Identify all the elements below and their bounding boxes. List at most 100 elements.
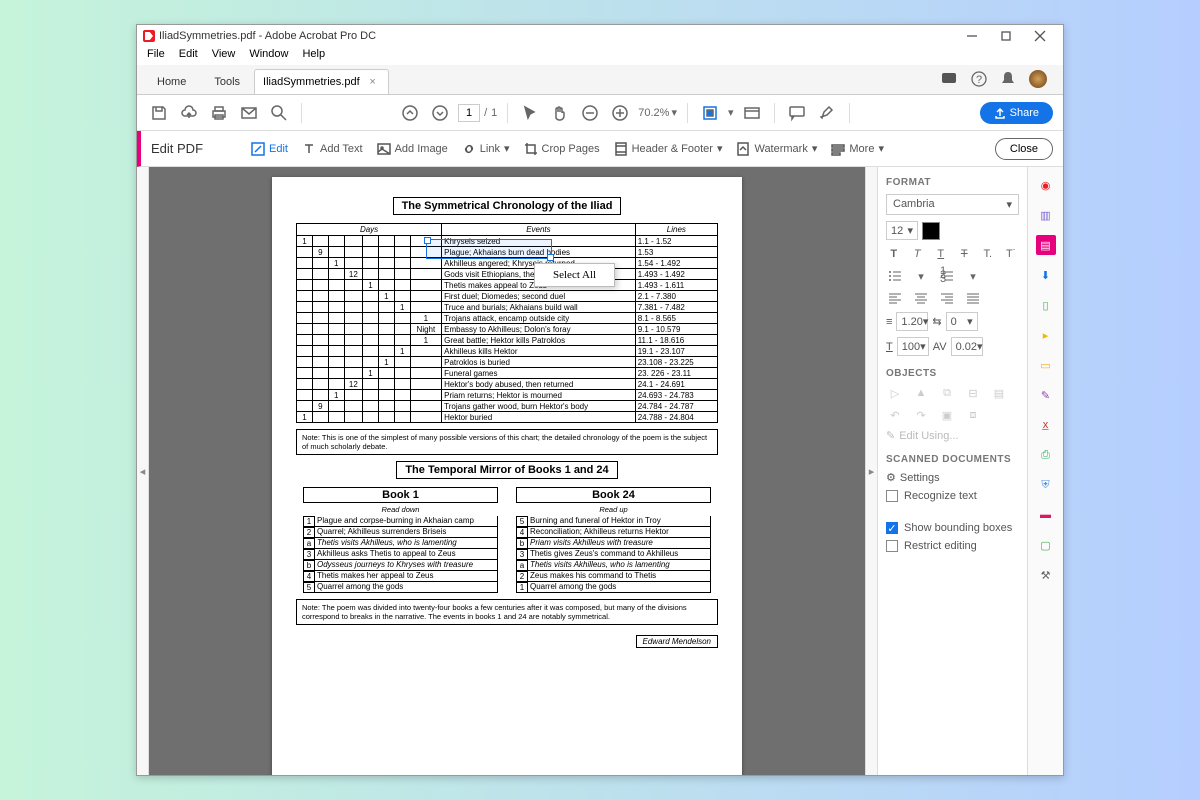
- print-icon[interactable]: [207, 101, 231, 125]
- crop-button[interactable]: Crop Pages: [518, 138, 606, 160]
- subscript-icon[interactable]: T.: [980, 246, 996, 262]
- book1-column[interactable]: Book 1Read down1Plague and corpse-burnin…: [303, 487, 498, 593]
- more-button[interactable]: More ▾: [825, 138, 890, 160]
- minimize-button[interactable]: [955, 26, 989, 46]
- page-down-icon[interactable]: [428, 101, 452, 125]
- pointer-icon[interactable]: [518, 101, 542, 125]
- right-collapse[interactable]: ▸: [865, 167, 877, 775]
- chronology-table[interactable]: DaysEventsLines1Khryseis seized1.1 - 1.5…: [296, 223, 718, 423]
- tab-home[interactable]: Home: [143, 70, 200, 94]
- underline-icon[interactable]: T: [933, 246, 949, 262]
- format-panel: FORMAT Cambria▾ 12▾ T T T T T. T˙ ▾ 123▾: [877, 167, 1027, 775]
- note-2[interactable]: Note: The poem was divided into twenty-f…: [296, 599, 718, 625]
- rail-protect-icon[interactable]: ⛨: [1036, 475, 1056, 495]
- zoom-in-icon[interactable]: [608, 101, 632, 125]
- read-mode-icon[interactable]: [740, 101, 764, 125]
- align-left-icon[interactable]: [886, 290, 904, 306]
- pdf-page[interactable]: The Symmetrical Chronology of the Iliad …: [272, 177, 742, 775]
- page-up-icon[interactable]: [398, 101, 422, 125]
- rail-redact-icon[interactable]: ▬: [1036, 505, 1056, 525]
- indent-input[interactable]: 0▾: [946, 312, 978, 331]
- highlight-icon[interactable]: [815, 101, 839, 125]
- recognize-text-check[interactable]: Recognize text: [886, 490, 1019, 502]
- rail-comment-icon[interactable]: ▭: [1036, 355, 1056, 375]
- header-footer-button[interactable]: Header & Footer ▾: [608, 138, 729, 160]
- close-button[interactable]: [1023, 26, 1057, 46]
- doc-title[interactable]: The Symmetrical Chronology of the Iliad: [393, 197, 622, 215]
- menu-view[interactable]: View: [206, 47, 242, 65]
- save-icon[interactable]: [147, 101, 171, 125]
- comment-icon[interactable]: [785, 101, 809, 125]
- superscript-icon[interactable]: T˙: [1004, 246, 1020, 262]
- number-list-icon[interactable]: 123: [938, 268, 956, 284]
- rail-send-icon[interactable]: ▸: [1036, 325, 1056, 345]
- search-icon[interactable]: [267, 101, 291, 125]
- menu-help[interactable]: Help: [296, 47, 331, 65]
- zoom-out-icon[interactable]: [578, 101, 602, 125]
- bell-icon[interactable]: [1001, 71, 1015, 87]
- tab-close-icon[interactable]: ×: [366, 75, 380, 89]
- book24-column[interactable]: Book 24Read up5Burning and funeral of He…: [516, 487, 711, 593]
- menu-edit[interactable]: Edit: [173, 47, 204, 65]
- rail-fill-icon[interactable]: ✎: [1036, 385, 1056, 405]
- strike-icon[interactable]: T: [957, 246, 973, 262]
- menu-window[interactable]: Window: [243, 47, 294, 65]
- close-editbar-button[interactable]: Close: [995, 138, 1053, 160]
- page-input[interactable]: [458, 104, 480, 122]
- share-button[interactable]: Share: [980, 102, 1053, 124]
- avatar[interactable]: [1029, 70, 1047, 88]
- settings-row[interactable]: ⚙Settings: [886, 471, 1019, 484]
- font-select[interactable]: Cambria▾: [886, 194, 1019, 215]
- watermark-button[interactable]: Watermark ▾: [730, 138, 823, 160]
- left-collapse[interactable]: ◂: [137, 167, 149, 775]
- add-text-button[interactable]: Add Text: [296, 138, 369, 160]
- zoom-select[interactable]: 70.2% ▾: [638, 106, 677, 119]
- rail-optimize-icon[interactable]: ▢: [1036, 535, 1056, 555]
- rail-create-icon[interactable]: ◉: [1036, 175, 1056, 195]
- rail-export-icon[interactable]: ⬇: [1036, 265, 1056, 285]
- tracking-input[interactable]: 0.02▾: [951, 337, 983, 356]
- rail-edit-icon[interactable]: ▤: [1036, 235, 1056, 255]
- align-center-icon[interactable]: [912, 290, 930, 306]
- scale-icon: T: [886, 341, 893, 353]
- mirror-title[interactable]: The Temporal Mirror of Books 1 and 24: [396, 461, 617, 479]
- align-right-icon[interactable]: [938, 290, 956, 306]
- mail-icon[interactable]: [237, 101, 261, 125]
- tabbar-actions: ?: [941, 70, 1057, 94]
- fit-icon[interactable]: [698, 101, 722, 125]
- tab-document[interactable]: IliadSymmetries.pdf ×: [254, 69, 389, 94]
- scale-input[interactable]: 100▾: [897, 337, 929, 356]
- rail-sign-icon[interactable]: x̲: [1036, 415, 1056, 435]
- add-image-button[interactable]: Add Image: [371, 138, 454, 160]
- text-style-row: T T T T T. T˙: [886, 246, 1019, 262]
- rail-print-icon[interactable]: ⎙: [1036, 445, 1056, 465]
- edit-button[interactable]: Edit: [245, 138, 294, 160]
- menu-file[interactable]: File: [141, 47, 171, 65]
- line-height-input[interactable]: 1.20▾: [896, 312, 928, 331]
- help-icon[interactable]: ?: [971, 71, 987, 87]
- link-button[interactable]: Link ▾: [456, 138, 516, 160]
- color-swatch[interactable]: [922, 222, 940, 240]
- note-1[interactable]: Note: This is one of the simplest of man…: [296, 429, 718, 455]
- rail-organize-icon[interactable]: ▯: [1036, 295, 1056, 315]
- rotate-ccw-icon: ↶: [886, 407, 904, 423]
- tab-tools[interactable]: Tools: [200, 70, 254, 94]
- restrict-edit-check[interactable]: Restrict editing: [886, 540, 1019, 552]
- ctx-select-all[interactable]: Select All: [535, 266, 614, 284]
- bullet-list-icon[interactable]: [886, 268, 904, 284]
- rail-more-icon[interactable]: ⚒: [1036, 565, 1056, 585]
- rail-combine-icon[interactable]: ▥: [1036, 205, 1056, 225]
- bold-icon[interactable]: T: [886, 246, 902, 262]
- cloud-icon[interactable]: [177, 101, 201, 125]
- tracking-icon: AV: [933, 341, 947, 353]
- hand-icon[interactable]: [548, 101, 572, 125]
- show-bounding-check[interactable]: ✓Show bounding boxes: [886, 522, 1019, 534]
- align-justify-icon[interactable]: [964, 290, 982, 306]
- format-header: FORMAT: [886, 177, 1019, 188]
- italic-icon[interactable]: T: [910, 246, 926, 262]
- maximize-button[interactable]: [989, 26, 1023, 46]
- chat-icon[interactable]: [941, 72, 957, 86]
- font-size-input[interactable]: 12▾: [886, 221, 918, 240]
- author-credit[interactable]: Edward Mendelson: [296, 635, 718, 647]
- document-canvas[interactable]: The Symmetrical Chronology of the Iliad …: [149, 167, 865, 775]
